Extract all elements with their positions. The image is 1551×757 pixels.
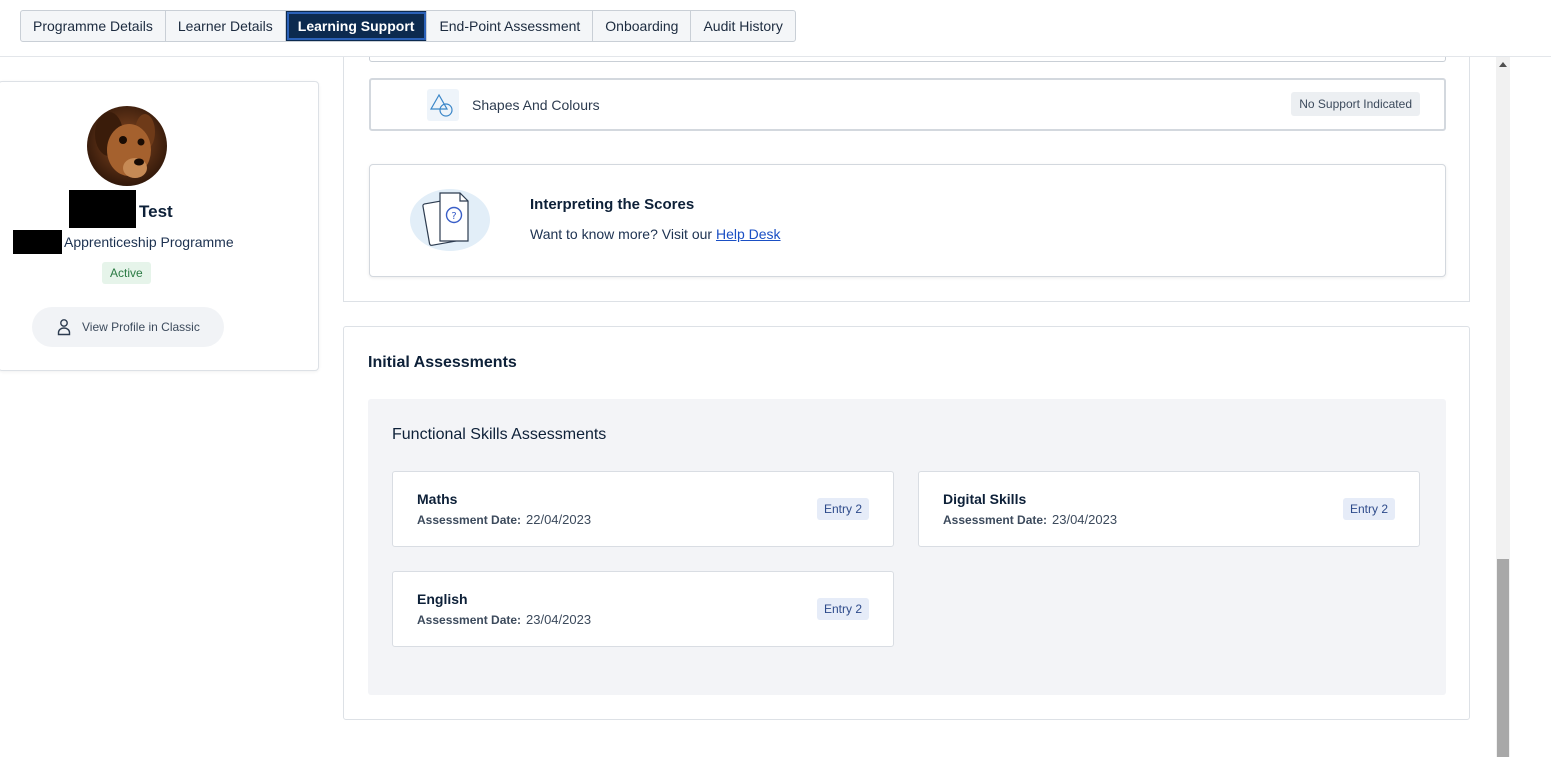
tab-learning-support[interactable]: Learning Support — [285, 11, 428, 41]
assessment-subject: Digital Skills — [943, 491, 1027, 507]
redacted-first-name — [69, 190, 136, 228]
assessment-subject: English — [417, 591, 468, 607]
view-profile-label: View Profile in Classic — [82, 320, 200, 334]
support-status-badge: No Support Indicated — [1291, 92, 1420, 116]
view-profile-classic-button[interactable]: View Profile in Classic — [32, 307, 224, 347]
support-item-label: Shapes And Colours — [472, 97, 600, 113]
user-icon — [57, 319, 71, 336]
vertical-scrollbar[interactable] — [1496, 57, 1510, 757]
assessment-level-badge: Entry 2 — [816, 598, 869, 620]
tab-learner-details[interactable]: Learner Details — [166, 11, 286, 41]
support-item-shapes-colours[interactable]: Shapes And Colours No Support Indicated — [369, 78, 1446, 131]
status-badge: Active — [102, 262, 151, 284]
assessment-date: 23/04/2023 — [526, 612, 592, 627]
assessment-date: 23/04/2023 — [1052, 512, 1118, 527]
profile-card: Test Apprenticeship Programme Active Vie… — [0, 81, 319, 371]
top-bar: Programme Details Learner Details Learni… — [0, 0, 1551, 57]
scrollbar-thumb[interactable] — [1497, 559, 1509, 757]
shapes-icon — [427, 89, 459, 121]
previous-support-row — [369, 57, 1446, 62]
initial-assessments-title: Initial Assessments — [368, 354, 517, 371]
document-help-icon: ? — [408, 187, 492, 253]
help-desk-link[interactable]: Help Desk — [716, 226, 781, 242]
scores-title: Interpreting the Scores — [530, 196, 695, 213]
learner-name: Test — [139, 202, 173, 221]
tab-end-point-assessment[interactable]: End-Point Assessment — [427, 11, 594, 41]
avatar — [87, 106, 167, 186]
programme-name: Apprenticeship Programme — [64, 234, 234, 250]
scores-help-text: Want to know more? Visit our Help Desk — [530, 226, 781, 242]
scroll-up-arrow-icon[interactable] — [1499, 62, 1507, 67]
assessment-date-label: Assessment Date: — [943, 513, 1048, 527]
programme-row: Apprenticeship Programme — [0, 230, 320, 254]
assessment-card-english[interactable]: English Assessment Date: 23/04/2023 Entr… — [392, 571, 894, 647]
learner-name-row: Test — [0, 190, 320, 230]
interpreting-scores-card: ? Interpreting the Scores Want to know m… — [369, 164, 1446, 277]
assessment-level-badge: Entry 2 — [816, 498, 869, 520]
tab-audit-history[interactable]: Audit History — [691, 11, 794, 41]
tab-programme-details[interactable]: Programme Details — [21, 11, 166, 41]
initial-assessments-panel: Initial Assessments Functional Skills As… — [343, 326, 1470, 720]
redacted-programme-prefix — [13, 230, 62, 254]
functional-skills-title: Functional Skills Assessments — [392, 426, 607, 443]
functional-skills-section: Functional Skills Assessments Maths Asse… — [368, 399, 1446, 695]
assessment-date-label: Assessment Date: — [417, 613, 522, 627]
tab-onboarding[interactable]: Onboarding — [593, 11, 692, 41]
assessment-date-label: Assessment Date: — [417, 513, 522, 527]
assessment-card-digital-skills[interactable]: Digital Skills Assessment Date: 23/04/20… — [918, 471, 1420, 547]
assessment-card-maths[interactable]: Maths Assessment Date: 22/04/2023 Entry … — [392, 471, 894, 547]
assessment-level-badge: Entry 2 — [1342, 498, 1395, 520]
learning-support-panel: Shapes And Colours No Support Indicated … — [343, 57, 1470, 302]
assessment-date: 22/04/2023 — [526, 512, 592, 527]
svg-text:?: ? — [451, 211, 456, 222]
assessment-subject: Maths — [417, 491, 458, 507]
tab-strip: Programme Details Learner Details Learni… — [20, 10, 796, 42]
